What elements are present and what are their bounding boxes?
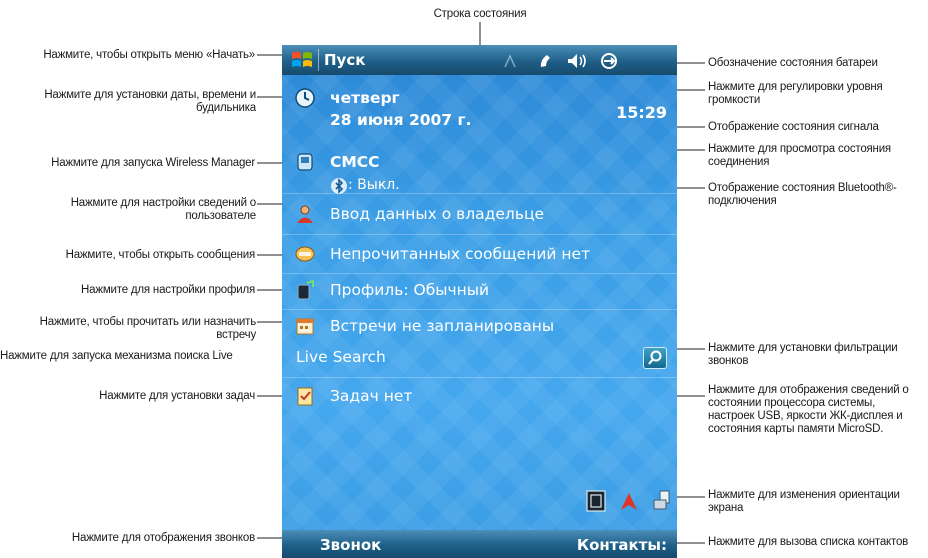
annotation-bluetooth: Отображение состояния Bluetooth®-подключ… bbox=[708, 182, 897, 207]
date-label: 28 июня 2007 г. bbox=[330, 111, 472, 129]
calendar-icon bbox=[296, 318, 314, 335]
annotation-system-info: Нажмите для отображения сведений о состо… bbox=[708, 384, 909, 435]
title-bar: Пуск bbox=[282, 45, 677, 75]
windows-start-icon[interactable] bbox=[290, 49, 314, 71]
tasks-icon bbox=[297, 387, 313, 406]
divider bbox=[282, 309, 677, 310]
divider bbox=[282, 377, 677, 378]
title-separator bbox=[318, 49, 319, 71]
battery-icon bbox=[601, 53, 617, 69]
user-icon bbox=[297, 205, 313, 223]
annotation-calls: Нажмите для отображения звонков bbox=[71, 532, 255, 544]
divider bbox=[282, 193, 677, 194]
search-icon bbox=[648, 350, 662, 365]
softkey-call[interactable]: Звонок bbox=[320, 536, 381, 554]
annotation-battery: Обозначение состояния батареи bbox=[708, 57, 878, 69]
owner-label: Ввод данных о владельце bbox=[330, 205, 545, 223]
annotation-live-search: Нажмите для запуска механизма поиска Liv… bbox=[0, 350, 233, 362]
annotation-tasks: Нажмите для установки задач bbox=[99, 390, 255, 402]
live-search-label[interactable]: Live Search bbox=[296, 348, 386, 366]
annotation-owner-info: Нажмите для настройки сведений о пользов… bbox=[70, 197, 256, 222]
annotation-status-bar: Строка состояния bbox=[433, 8, 527, 20]
operator-label: CMCC bbox=[330, 153, 380, 171]
clock-icon bbox=[295, 88, 315, 108]
bluetooth-status: : Выкл. bbox=[348, 177, 400, 193]
divider bbox=[282, 234, 677, 235]
annotation-profile: Нажмите для настройки профиля bbox=[81, 284, 255, 296]
profile-label: Профиль: Обычный bbox=[330, 281, 490, 299]
signal-icon bbox=[540, 55, 550, 67]
messages-icon bbox=[295, 246, 315, 262]
connection-status-icon[interactable] bbox=[504, 54, 516, 68]
divider bbox=[282, 273, 677, 274]
messages-label: Непрочитанных сообщений нет bbox=[330, 245, 591, 263]
annotation-appointments: Нажмите, чтобы прочитать или назначить в… bbox=[39, 316, 257, 341]
annotation-messages: Нажмите, чтобы открыть сообщения bbox=[65, 249, 256, 261]
live-search-button[interactable] bbox=[643, 347, 667, 369]
today-screen: Пуск четверг 28 июня 2007 г. 15:29 CMCC … bbox=[282, 45, 677, 558]
annotation-orientation: Нажмите для изменения ориентации экрана bbox=[708, 489, 900, 514]
clock-time[interactable]: 15:29 bbox=[616, 103, 667, 122]
screen-rotate-icon[interactable] bbox=[652, 489, 672, 511]
annotation-wireless-manager: Нажмите для запуска Wireless Manager bbox=[51, 157, 255, 169]
annotation-connection: Нажмите для просмотра состояния соединен… bbox=[708, 143, 891, 168]
softkey-contacts[interactable]: Контакты: bbox=[577, 536, 667, 554]
day-label: четверг bbox=[330, 89, 400, 107]
annotation-signal: Отображение состояния сигнала bbox=[708, 121, 879, 133]
softkey-bar: Звонок Контакты: bbox=[282, 530, 677, 558]
annotation-contacts: Нажмите для вызова списка контактов bbox=[708, 536, 909, 548]
volume-icon[interactable] bbox=[566, 52, 588, 70]
annotation-call-filter: Нажмите для установки фильтрации звонков bbox=[708, 342, 898, 367]
annotation-volume: Нажмите для регулировки уровня громкости bbox=[708, 81, 883, 106]
call-filter-icon[interactable] bbox=[586, 490, 606, 512]
start-label[interactable]: Пуск bbox=[324, 51, 365, 69]
wireless-manager-icon bbox=[297, 153, 313, 171]
annotation-start-menu: Нажмите, чтобы открыть меню «Начать» bbox=[43, 49, 255, 61]
appointments-label: Встречи не запланированы bbox=[330, 317, 555, 335]
system-info-icon[interactable] bbox=[619, 491, 639, 513]
profile-icon bbox=[297, 279, 314, 300]
tasks-label: Задач нет bbox=[330, 387, 413, 405]
annotation-date-time: Нажмите для установки даты, времени и бу… bbox=[44, 89, 256, 114]
